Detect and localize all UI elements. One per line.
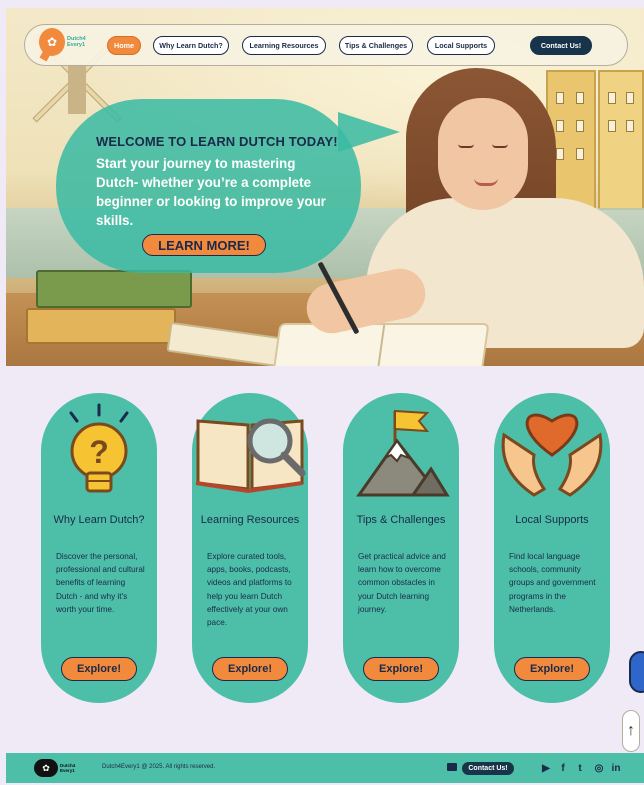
card-description: Explore curated tools, apps, books, podc… [207,552,292,628]
explore-button[interactable]: Explore! [363,657,439,681]
twitter-icon[interactable]: t [573,761,587,775]
scroll-to-top-icon[interactable]: ↑ [622,710,640,752]
lightbulb-icon: ? [69,403,129,493]
hero-title: WELCOME TO LEARN DUTCH TODAY! [96,134,338,149]
copyright-text: Dutch4Every1 @ 2025. All rights reserved… [102,764,216,770]
top-navbar: ✿ Dutch4 Every1 Home Why Learn Dutch? Lea… [24,24,628,66]
card-tips-challenges: Tips & Challenges Get practical advice a… [343,393,459,703]
open-notebook [272,323,490,366]
book-magnifier-icon [195,418,306,494]
student-face [438,98,528,210]
footer-logo-text: Dutch4 Every1 [60,763,76,773]
logo-icon[interactable]: ✿ [39,28,65,56]
nav-local-supports[interactable]: Local Supports [427,36,495,55]
instagram-icon[interactable]: ◎ [592,761,606,775]
hands-heart-icon [501,413,603,497]
nav-home[interactable]: Home [107,36,141,55]
footer-contact-button[interactable]: Contact Us! [462,762,514,775]
book-stack [36,270,192,308]
learn-more-button[interactable]: LEARN MORE! [142,234,266,256]
explore-button[interactable]: Explore! [212,657,288,681]
contact-us-button[interactable]: Contact Us! [530,36,592,55]
mountain-flag-icon [356,409,450,497]
explore-button[interactable]: Explore! [61,657,137,681]
card-local-supports: Local Supports Find local language schoo… [494,393,610,703]
card-title: Learning Resources [200,514,300,526]
card-description: Find local language schools, community g… [509,552,596,614]
card-learning-resources: Learning Resources Explore curated tools… [192,393,308,703]
explore-button[interactable]: Explore! [514,657,590,681]
card-why-learn-dutch: ? Why Learn Dutch? Discover the personal… [41,393,157,703]
card-description: Discover the personal, professional and … [56,552,145,614]
card-title: Why Learn Dutch? [53,514,145,526]
nav-why-learn-dutch[interactable]: Why Learn Dutch? [153,36,229,55]
mail-icon [447,763,457,771]
youtube-icon[interactable]: ▶ [539,761,553,775]
book-stack [26,308,176,344]
logo-text: Dutch4 Every1 [67,36,86,48]
floating-chat-button[interactable] [629,651,644,693]
footer-logo-icon[interactable]: ✿ [34,759,58,777]
hero-text: Start your journey to mastering Dutch- w… [96,156,326,228]
card-title: Local Supports [515,514,589,526]
windmill [68,64,86,114]
nav-tips-challenges[interactable]: Tips & Challenges [339,36,413,55]
canal-house [598,70,644,210]
linkedin-icon[interactable]: in [609,761,623,775]
svg-text:?: ? [89,434,109,470]
nav-learning-resources[interactable]: Learning Resources [242,36,326,55]
card-title: Tips & Challenges [356,514,446,526]
facebook-icon[interactable]: f [556,761,570,775]
speech-bubble-tail [338,112,400,152]
card-description: Get practical advice and learn how to ov… [358,552,446,614]
footer: ✿ Dutch4 Every1 Dutch4Every1 @ 2025. All … [6,753,644,783]
